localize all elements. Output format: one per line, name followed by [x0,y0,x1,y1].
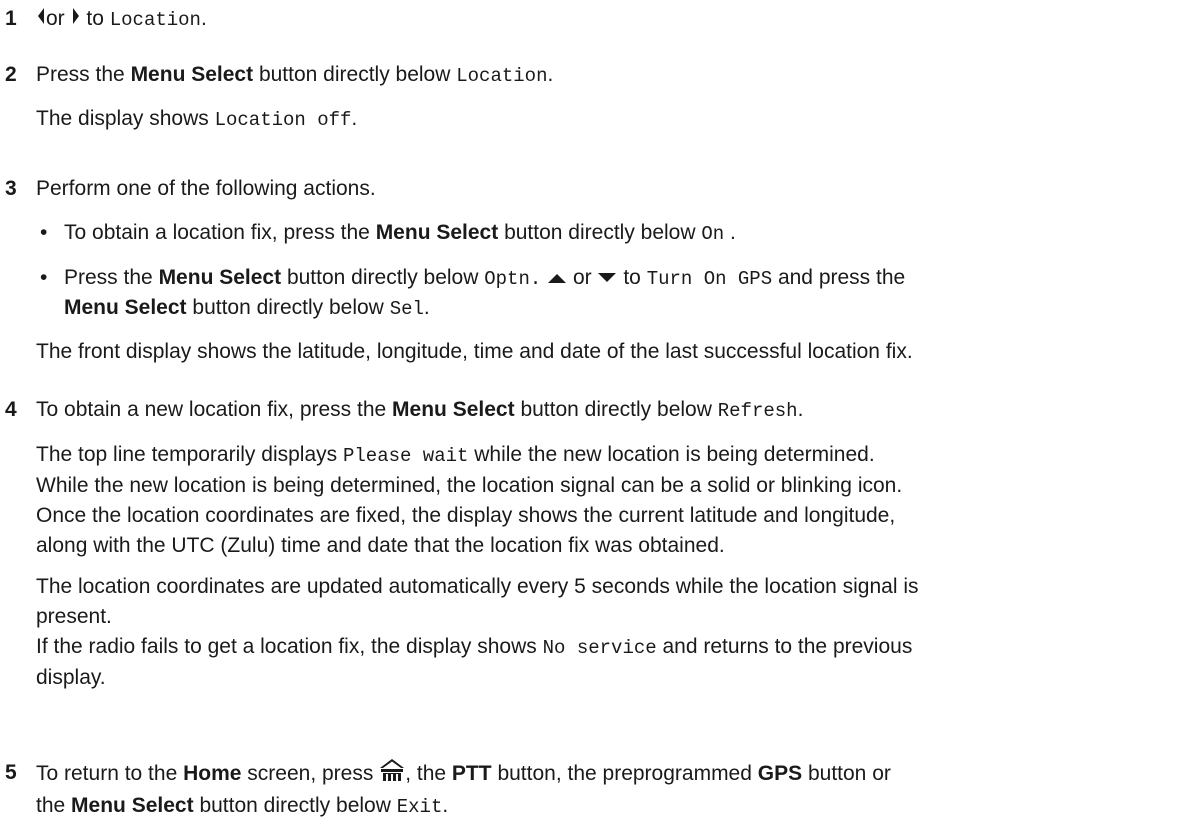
step-text: To return to the Home screen, press , th… [36,758,1178,822]
text-fragment: Press the [64,266,153,289]
text-fragment: or [572,266,592,289]
text-fragment: screen, press [247,762,374,786]
text-fragment: The top line temporarily displays [36,443,338,466]
down-arrow-icon [597,263,617,293]
step-text: or to Location. [36,4,1178,35]
screen-name: Home [183,762,242,786]
text-fragment: The location coordinates are updated aut… [36,575,919,598]
bullet-item: • Press the Menu Select button directly … [40,263,1178,294]
bullet-dot: • [40,221,48,244]
button-name: Menu Select [64,296,187,319]
text-fragment: button, the preprogrammed [497,762,752,786]
text-fragment: to [86,7,104,30]
text-fragment: button directly below [286,266,479,289]
display-code: Location off [214,109,352,131]
step-result-paragraph: The top line temporarily displays Please… [36,440,1178,561]
step-number: 1 [5,7,17,30]
text-fragment: The display shows [36,107,209,130]
text-fragment: while the new location is being determin… [474,443,875,466]
text-fragment: along with the UTC (Zulu) time and date … [36,534,725,557]
step-text: Press the Menu Select button directly be… [36,60,1178,91]
menu-option-code: Location [456,65,548,87]
text-fragment: To obtain a new location fix, press the [36,398,387,421]
text-fragment: To return to the [36,762,178,786]
text-fragment: button directly below [504,221,696,244]
up-arrow-icon [547,263,567,293]
text-fragment: button directly below [199,794,391,817]
text-fragment: . [351,107,358,130]
text-fragment: button or [807,762,891,786]
text-fragment: Press the [36,63,125,86]
button-name: GPS [757,762,803,786]
text-fragment: . [423,296,430,319]
text-fragment: . [547,63,554,86]
button-name: Menu Select [71,794,194,817]
text-fragment: If the radio fails to get a location fix… [36,635,537,658]
home-icon [379,758,405,791]
display-code: Please wait [342,445,469,467]
text-fragment: and press the [777,266,906,289]
text-fragment: While the new location is being determin… [36,474,903,497]
text-fragment: . [200,7,207,30]
step-result: The front display shows the latitude, lo… [36,340,913,363]
text-fragment: button directly below [192,296,384,319]
text-fragment: to [623,266,641,289]
bullet-dot: • [40,266,48,289]
text-fragment: To obtain a location fix, press the [64,221,370,244]
step-text: To obtain a new location fix, press the … [36,395,1178,426]
menu-option-code: Exit [396,796,443,818]
menu-option-code: Turn On GPS [646,268,773,290]
text-fragment: . [442,794,449,817]
step-result: The display shows Location off. [36,104,1178,135]
step-note-paragraph: The location coordinates are updated aut… [36,572,1178,693]
text-fragment: . [724,221,736,244]
bullet-item: • To obtain a location fix, press the Me… [40,218,1178,249]
menu-option-code: Refresh [717,400,798,422]
menu-option-code: Sel [389,298,424,320]
menu-option-code: Optn. [484,268,542,290]
step-number: 4 [5,398,17,421]
step-number: 5 [5,761,17,784]
step-number: 2 [5,63,17,86]
button-name: Menu Select [158,266,282,289]
left-arrow-icon [36,4,46,34]
button-name: Menu Select [392,398,515,421]
text-fragment: display. [36,666,106,689]
text-fragment: and returns to the previous [662,635,913,658]
text-fragment: button directly below [520,398,712,421]
button-name: Menu Select [375,221,499,244]
button-name: PTT [451,762,492,786]
menu-option-code: On [701,223,725,245]
text-fragment: . [797,398,804,421]
menu-option-code: Location [109,9,201,31]
display-code: No service [542,637,657,659]
right-arrow-icon [71,4,81,34]
text-fragment: Once the location coordinates are fixed,… [36,504,896,527]
text-fragment: or [46,7,65,30]
bullet-item-continued: Menu Select button directly below Sel. [64,293,1178,324]
text-fragment: the [36,794,66,817]
text-fragment: , the [405,762,447,786]
step-text: Perform one of the following actions. [36,177,376,200]
step-number: 3 [5,177,17,200]
text-fragment: present. [36,605,112,628]
text-fragment: button directly below [258,63,451,86]
button-name: Menu Select [130,63,254,86]
